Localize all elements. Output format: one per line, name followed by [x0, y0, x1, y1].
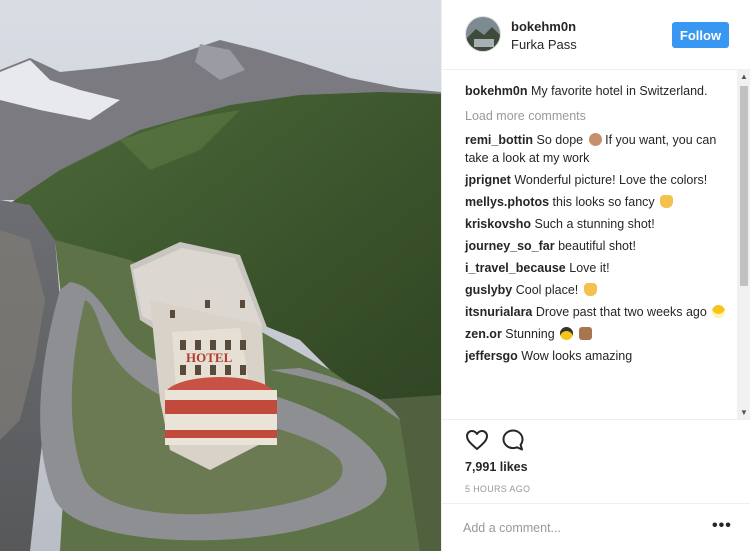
follow-button[interactable]: Follow	[672, 22, 729, 48]
clapping-hands-emoji	[578, 327, 592, 340]
comment-username[interactable]: i_travel_because	[465, 261, 566, 275]
add-comment-input[interactable]	[463, 517, 703, 539]
post-timestamp: 5 HOURS AGO	[465, 484, 531, 494]
comment-username[interactable]: remi_bottin	[465, 133, 533, 147]
ok-hand-emoji	[660, 195, 674, 208]
post-details-panel: bokehm0n Furka Pass Follow bokehm0n My f…	[441, 0, 750, 551]
comment-text: Cool place!	[515, 283, 579, 297]
username[interactable]: bokehm0n	[511, 19, 576, 34]
comment-username[interactable]: itsnurialara	[465, 305, 532, 319]
comment-item: journey_so_far beautiful shot!	[465, 237, 730, 255]
caption-username[interactable]: bokehm0n	[465, 84, 528, 98]
comment-text: beautiful shot!	[558, 239, 636, 253]
post-photo[interactable]: HOTEL	[0, 0, 441, 551]
add-comment-bar: •••	[442, 503, 750, 551]
scrollbar-thumb[interactable]	[740, 86, 748, 286]
fist-bump-emoji	[588, 133, 602, 146]
comment-item: jeffersgo Wow looks amazing	[465, 347, 730, 365]
post-caption: bokehm0n My favorite hotel in Switzerlan…	[465, 82, 730, 100]
comments-scrollbar[interactable]: ▲ ▼	[737, 70, 750, 419]
ok-hand-emoji	[583, 283, 597, 296]
grinning-face-emoji	[712, 305, 726, 318]
comment-item: remi_bottin So dope If you want, you can…	[465, 131, 730, 167]
comment-text: this looks so fancy	[552, 195, 655, 209]
comment-username[interactable]: journey_so_far	[465, 239, 555, 253]
hotel-sign: HOTEL	[186, 350, 233, 365]
comment-username[interactable]: mellys.photos	[465, 195, 549, 209]
more-options-icon[interactable]: •••	[712, 518, 732, 534]
post-header: bokehm0n Furka Pass Follow	[442, 0, 750, 70]
comment-text: Love it!	[569, 261, 610, 275]
avatar[interactable]	[465, 16, 501, 52]
comment-item: mellys.photos this looks so fancy	[465, 193, 730, 211]
comment-username[interactable]: jeffersgo	[465, 349, 518, 363]
comments-list[interactable]: bokehm0n My favorite hotel in Switzerlan…	[442, 70, 750, 420]
comment-item: zen.or Stunning	[465, 325, 730, 343]
comment-text: Drove past that two weeks ago	[535, 305, 707, 319]
comment-item: i_travel_because Love it!	[465, 259, 730, 277]
comment-username[interactable]: kriskovsho	[465, 217, 531, 231]
comment-text: Wonderful picture! Love the colors!	[514, 173, 708, 187]
comment-text: So dope	[536, 133, 584, 147]
heart-icon[interactable]	[465, 428, 489, 452]
comment-item: guslyby Cool place!	[465, 281, 730, 299]
comment-text: Stunning	[505, 327, 555, 341]
caption-text: My favorite hotel in Switzerland.	[531, 84, 708, 98]
scroll-up-arrow-icon[interactable]: ▲	[737, 70, 750, 84]
comment-username[interactable]: jprignet	[465, 173, 511, 187]
comment-text: Such a stunning shot!	[534, 217, 655, 231]
comment-item: itsnurialara Drove past that two weeks a…	[465, 303, 730, 321]
load-more-comments-link[interactable]: Load more comments	[465, 107, 730, 125]
sunglasses-face-emoji	[560, 327, 574, 340]
likes-count[interactable]: 7,991 likes	[465, 460, 528, 474]
comment-username[interactable]: zen.or	[465, 327, 502, 341]
comment-item: jprignet Wonderful picture! Love the col…	[465, 171, 730, 189]
location-link[interactable]: Furka Pass	[511, 37, 577, 52]
comment-item: kriskovsho Such a stunning shot!	[465, 215, 730, 233]
comment-username[interactable]: guslyby	[465, 283, 512, 297]
hotel-mountain-pass-image: HOTEL	[0, 0, 441, 551]
scroll-down-arrow-icon[interactable]: ▼	[737, 406, 750, 419]
speech-bubble-icon[interactable]	[501, 428, 525, 452]
comment-text: Wow looks amazing	[521, 349, 633, 363]
